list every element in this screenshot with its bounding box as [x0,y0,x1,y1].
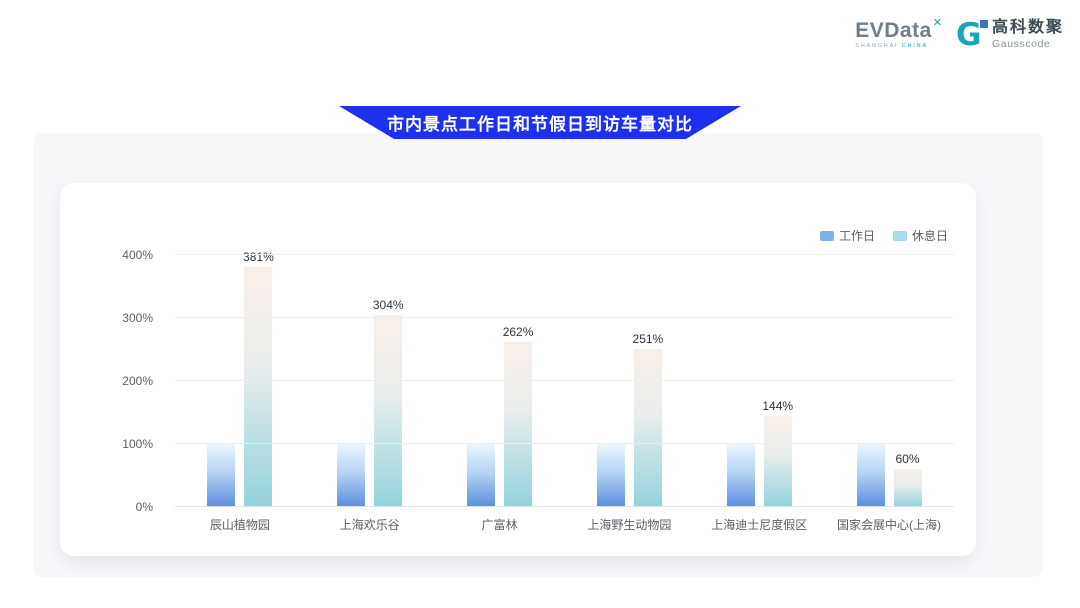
plot-area: 381%辰山植物园 304%上海欢乐谷 262%广富林 251%上海野生动物园 144%… [175,255,954,507]
gridline [175,254,954,255]
gausscode-en-name: Gausscode [992,39,1064,50]
x-axis-label: 辰山植物园 [210,516,270,533]
page-title: 市内景点工作日和节假日到访车量对比 [387,110,693,135]
value-label: 60% [896,452,920,466]
bar-group: 60%国家会展中心(上海) [857,444,922,507]
bar-工作日[interactable] [597,444,625,507]
bar-工作日[interactable] [727,444,755,507]
legend-label: 休息日 [912,227,948,244]
bar-group: 262%广富林 [467,342,532,507]
gridline [175,506,954,507]
chart-card: 工作日休息日 0%100%200%300%400% 381%辰山植物园304%上… [60,183,976,556]
y-axis-tick: 200% [122,374,153,388]
evdata-subtext-teal: CHINA [902,43,928,49]
title-banner: 市内景点工作日和节假日到访车量对比 [339,106,741,139]
bar-group: 144%上海迪士尼度假区 [727,416,792,507]
gausscode-cn-name: 高科数聚 [992,20,1064,36]
bar-工作日[interactable] [337,444,365,507]
legend-item-休息日[interactable]: 休息日 [893,227,948,244]
gridline [175,317,954,318]
bar-group: 381%辰山植物园 [207,267,272,507]
gausscode-logo: G 高科数聚 Gausscode [956,20,1064,50]
bar-工作日[interactable] [857,444,885,507]
bar-group: 304%上海欢乐谷 [337,315,402,507]
value-label: 251% [633,332,664,346]
value-label: 262% [503,325,534,339]
x-axis-label: 上海迪士尼度假区 [711,516,807,533]
value-label: 144% [762,399,793,413]
x-axis-label: 上海野生动物园 [587,516,671,533]
x-axis-label: 上海欢乐谷 [340,516,400,533]
bar-groups: 381%辰山植物园 304%上海欢乐谷 262%广富林 251%上海野生动物园 144%… [175,255,954,507]
legend-label: 工作日 [839,227,875,244]
y-axis: 0%100%200%300%400% [60,255,165,507]
legend-swatch [820,231,834,241]
content-panel: 工作日休息日 0%100%200%300%400% 381%辰山植物园304%上… [33,133,1043,577]
bar-休息日[interactable]: 251% [634,349,662,507]
evdata-wordmark: EVData [855,20,932,41]
legend-item-工作日[interactable]: 工作日 [820,227,875,244]
evdata-logo: EVData ✕ SHANGHAI CHINA [855,20,942,50]
bar-工作日[interactable] [207,444,235,507]
value-label: 304% [373,298,404,312]
evdata-x-icon: ✕ [933,18,942,29]
gausscode-g-icon: G [956,20,986,50]
y-axis-tick: 300% [122,311,153,325]
y-axis-tick: 400% [122,248,153,262]
evdata-subtext: SHANGHAI CHINA [855,44,942,50]
header-logos: EVData ✕ SHANGHAI CHINA G 高科数聚 Gausscode [855,20,1064,50]
gridline [175,443,954,444]
gridline [175,380,954,381]
bar-休息日[interactable]: 262% [504,342,532,507]
bar-group: 251%上海野生动物园 [597,349,662,507]
gausscode-square-mark [980,20,988,28]
y-axis-tick: 0% [136,500,153,514]
x-axis-label: 广富林 [482,516,518,533]
evdata-subtext-gray: SHANGHAI [855,43,898,49]
y-axis-tick: 100% [122,437,153,451]
bar-休息日[interactable]: 381% [244,267,272,507]
bar-工作日[interactable] [467,444,495,507]
bar-休息日[interactable]: 304% [374,315,402,507]
value-label: 381% [243,250,274,264]
legend: 工作日 休息日 [820,227,948,244]
bar-休息日[interactable]: 144% [764,416,792,507]
x-axis-label: 国家会展中心(上海) [837,516,941,533]
bar-chart: 0%100%200%300%400% 381%辰山植物园304%上海欢乐谷262… [60,255,976,507]
bar-休息日[interactable]: 60% [894,469,922,507]
legend-swatch [893,231,907,241]
